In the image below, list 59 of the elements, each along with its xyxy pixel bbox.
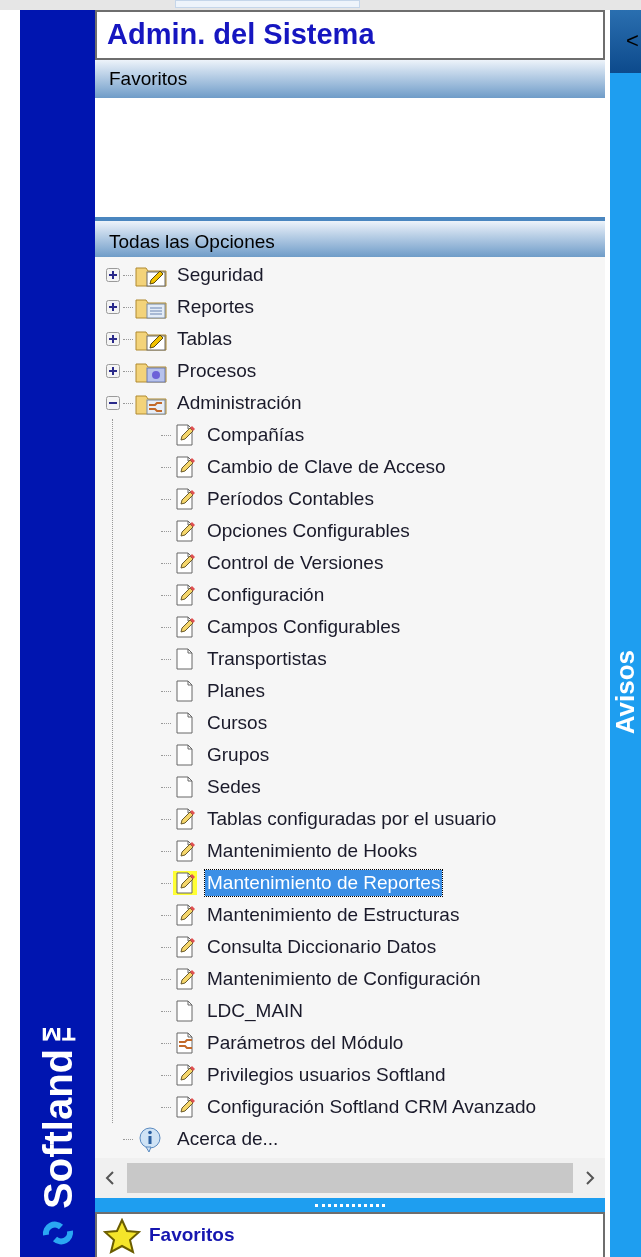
tree-item[interactable]: Cursos — [205, 710, 270, 736]
tree-item[interactable]: Tablas configuradas por el usuario — [205, 806, 499, 832]
tree-item[interactable]: Planes — [205, 678, 268, 704]
star-icon — [103, 1217, 141, 1254]
favorites-label: Favoritos — [149, 1223, 235, 1248]
tree-item[interactable]: Tablas — [175, 326, 234, 352]
tree-item[interactable]: Compañías — [205, 422, 307, 448]
tree-item[interactable]: Reportes — [175, 294, 257, 320]
document-pencil-icon — [173, 807, 197, 831]
tree-item[interactable]: Grupos — [205, 742, 272, 768]
expand-icon[interactable] — [106, 364, 120, 378]
document-pencil-icon — [173, 487, 197, 511]
document-pencil-icon — [173, 839, 197, 863]
tree-item[interactable]: Mantenimiento de Estructuras — [205, 902, 462, 928]
collapse-icon[interactable] — [106, 396, 120, 410]
document-pencil-icon — [173, 519, 197, 543]
tree-item[interactable]: LDC_MAIN — [205, 998, 306, 1024]
document-pencil-icon — [173, 967, 197, 991]
tree-item[interactable]: Procesos — [175, 358, 259, 384]
tree-item[interactable]: Opciones Configurables — [205, 518, 412, 544]
tree-item[interactable]: Cambio de Clave de Acceso — [205, 454, 448, 480]
tree-item[interactable]: Transportistas — [205, 646, 329, 672]
scrollbar-thumb[interactable] — [127, 1163, 573, 1193]
tree-item[interactable]: Campos Configurables — [205, 614, 403, 640]
bottom-bar[interactable]: Favoritos — [95, 1212, 605, 1257]
tree-item[interactable]: Mantenimiento de Configuración — [205, 966, 483, 992]
tree-item[interactable]: Parámetros del Módulo — [205, 1030, 406, 1056]
tree-item[interactable]: Mantenimiento de Hooks — [205, 838, 420, 864]
tree-item[interactable]: Privilegios usuarios Softland — [205, 1062, 448, 1088]
tree-item[interactable]: Sedes — [205, 774, 263, 800]
document-pencil-icon — [173, 615, 197, 639]
document-pencil-icon — [173, 551, 197, 575]
expand-icon[interactable] — [106, 332, 120, 346]
tree-item[interactable]: Configuración Softland CRM Avanzado — [205, 1094, 539, 1120]
tree-item[interactable]: Administración — [175, 390, 304, 416]
document-pencil-icon — [173, 423, 197, 447]
brand-logo-text: Softland™ — [37, 1005, 78, 1209]
tree-item[interactable]: Control de Versiones — [205, 550, 386, 576]
tree-item[interactable]: Períodos Contables — [205, 486, 376, 512]
document-pencil-icon — [173, 903, 197, 927]
expand-icon[interactable] — [106, 300, 120, 314]
tree-item[interactable]: Acerca de... — [175, 1126, 281, 1152]
document-pencil-icon — [173, 583, 197, 607]
document-pencil-icon — [173, 935, 197, 959]
document-pencil-icon — [173, 455, 197, 479]
expand-icon[interactable] — [106, 268, 120, 282]
document-pencil-icon — [173, 1063, 197, 1087]
tree-item[interactable]: Seguridad — [175, 262, 266, 288]
scroll-left-icon[interactable] — [105, 1171, 115, 1185]
document-pencil-icon — [173, 871, 197, 895]
splitter-handle[interactable] — [95, 1198, 605, 1212]
module-title: Admin. del Sistema — [95, 10, 605, 60]
favorites-header[interactable]: Favoritos — [95, 60, 605, 98]
horizontal-scrollbar[interactable] — [95, 1158, 605, 1198]
tree-item[interactable]: Consulta Diccionario Datos — [205, 934, 439, 960]
scroll-right-icon[interactable] — [585, 1171, 595, 1185]
all-options-header[interactable]: Todas las Opciones — [95, 221, 605, 257]
document-pencil-icon — [173, 1095, 197, 1119]
tree-item[interactable]: Configuración — [205, 582, 327, 608]
